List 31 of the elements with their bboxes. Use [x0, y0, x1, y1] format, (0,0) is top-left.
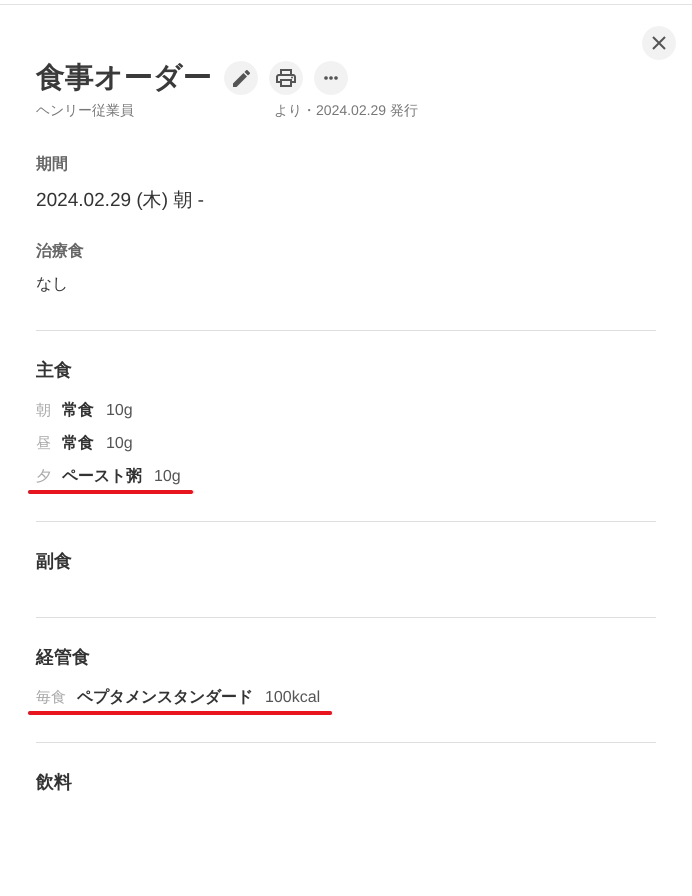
field-label: 期間 — [36, 154, 69, 175]
meal-timing: 夕 — [36, 467, 51, 487]
more-icon — [324, 76, 338, 80]
printer-icon — [276, 69, 296, 87]
close-icon — [652, 36, 666, 50]
section-title: 副食 — [36, 550, 73, 573]
close-button[interactable] — [642, 26, 676, 60]
page-title: 食事オーダー — [36, 61, 212, 95]
section-title: 飲料 — [36, 771, 73, 794]
meal-timing: 朝 — [36, 401, 51, 421]
edit-button[interactable] — [224, 61, 258, 95]
meal-name: ペースト粥 — [62, 466, 142, 487]
meal-name: ペプタメンスタンダード — [77, 687, 253, 708]
issued-date: より・2024.02.29 発行 — [274, 101, 418, 120]
field-label: 治療食 — [36, 241, 85, 262]
pencil-icon — [232, 70, 250, 86]
meal-name: 常食 — [62, 400, 94, 421]
meal-timing: 毎食 — [36, 688, 66, 708]
field-value: なし — [36, 275, 69, 295]
more-button[interactable] — [314, 61, 348, 95]
meal-timing: 昼 — [36, 434, 51, 454]
print-button[interactable] — [269, 61, 303, 95]
meal-amount: 10g — [106, 434, 133, 454]
author-name: ヘンリー従業員 — [36, 101, 135, 120]
period-value: 2024.02.29 (木) 朝 - — [36, 189, 205, 213]
meal-amount: 100kcal — [265, 688, 320, 708]
meal-amount: 10g — [154, 467, 181, 487]
section-title: 主食 — [36, 359, 73, 382]
meal-amount: 10g — [106, 401, 133, 421]
meal-name: 常食 — [62, 434, 94, 454]
section-title: 経管食 — [36, 646, 91, 669]
